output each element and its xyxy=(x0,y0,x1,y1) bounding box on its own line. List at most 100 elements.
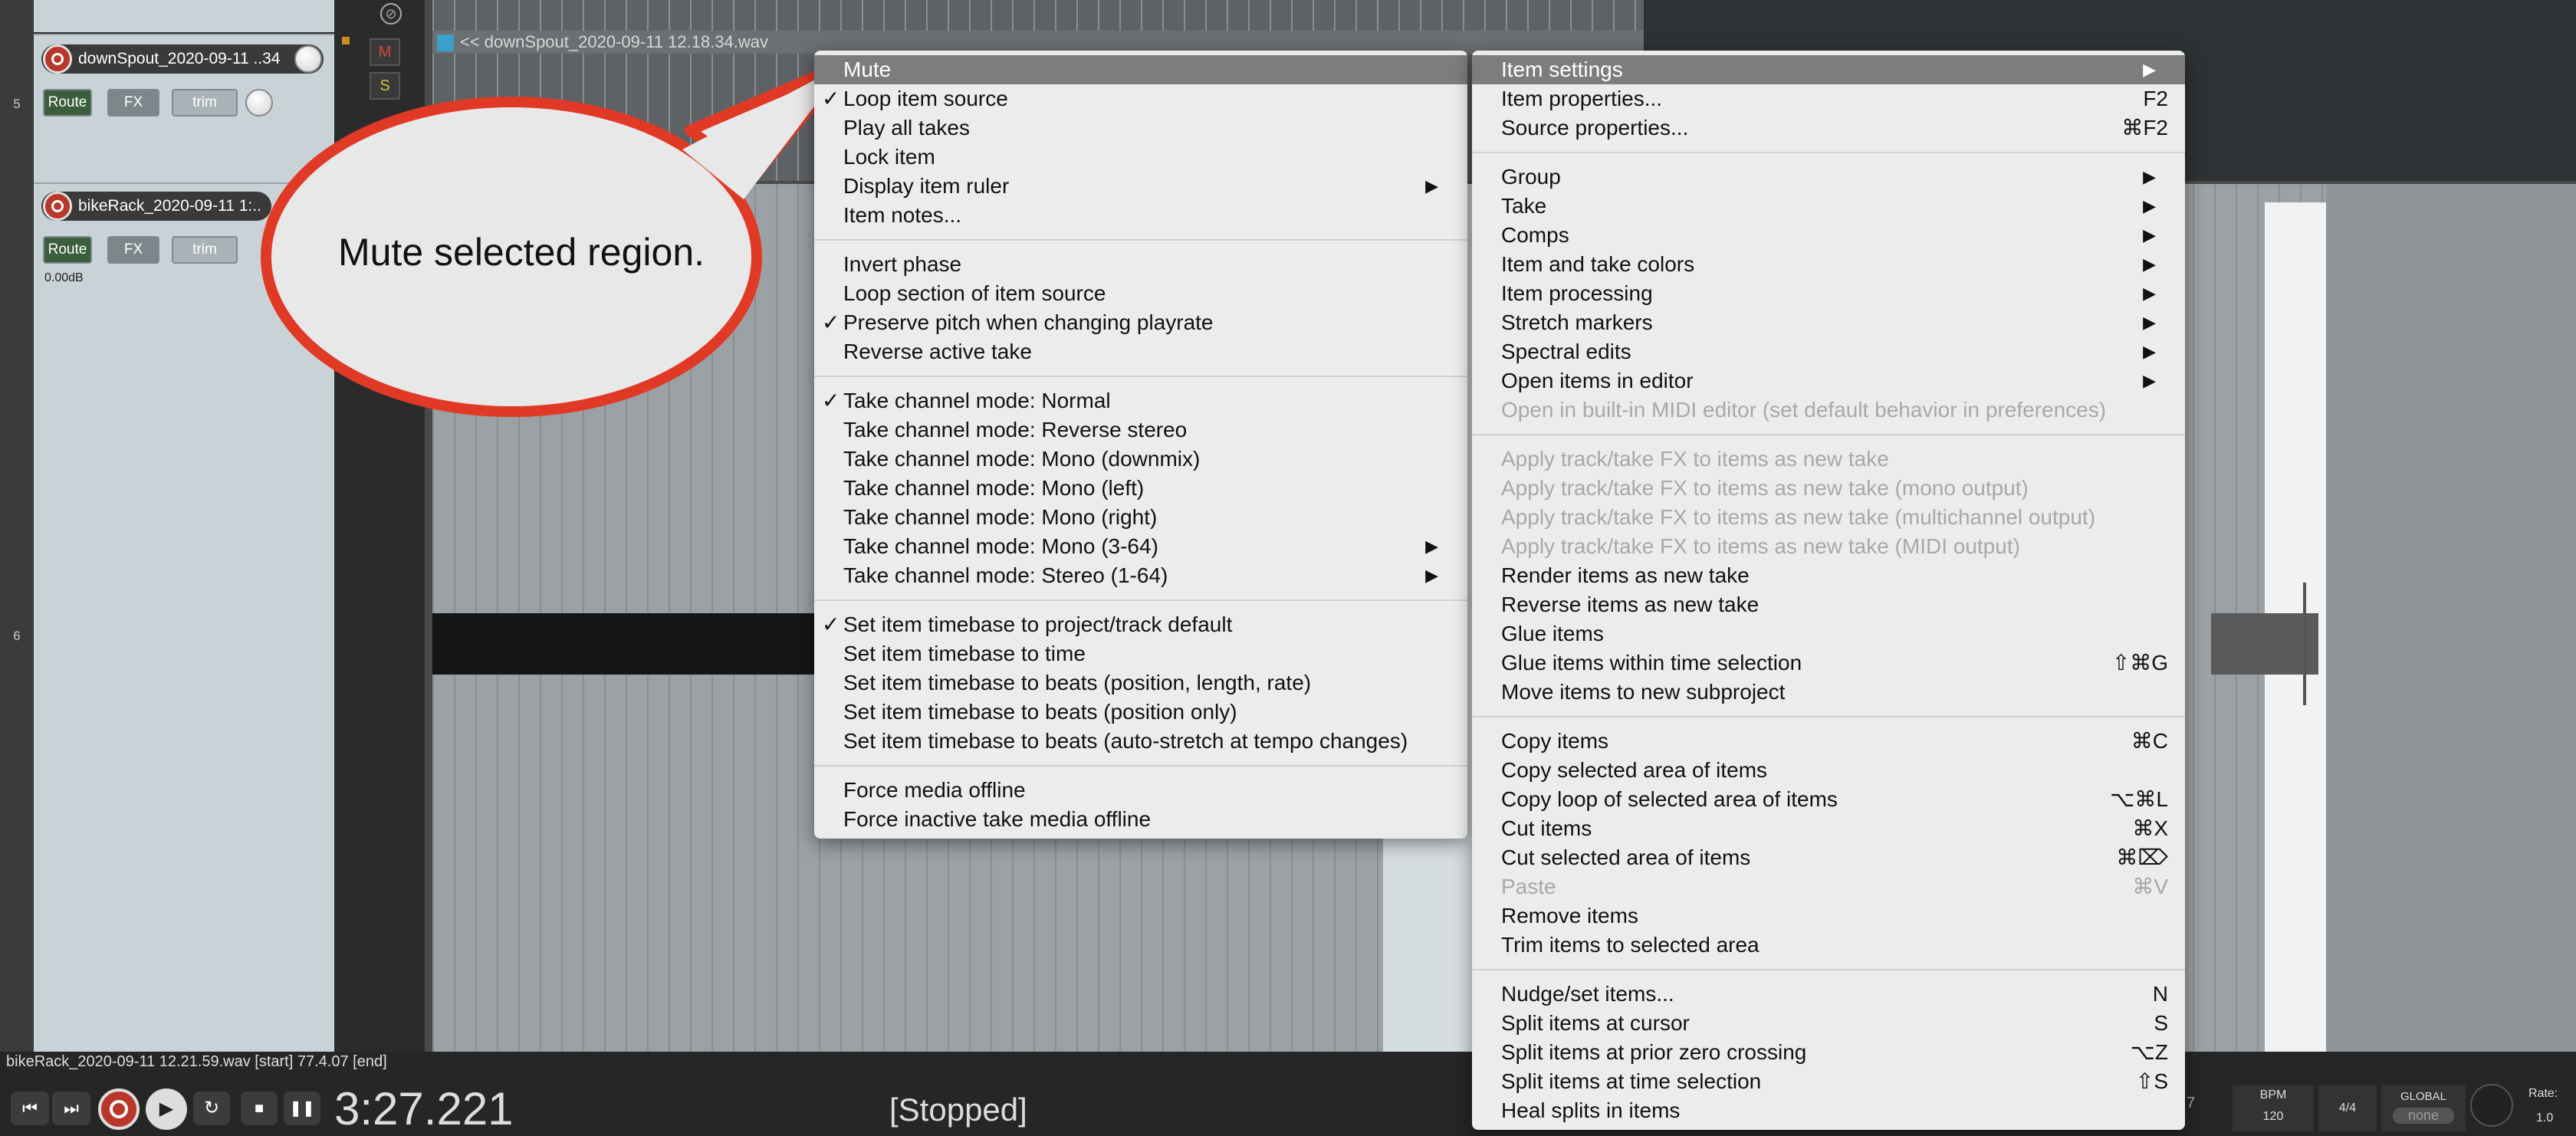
menu-item-copy-loop-of-selected-area-of-items[interactable]: Copy loop of selected area of items ⌥⌘L xyxy=(1472,785,2185,814)
menu-item-remove-items[interactable]: Remove items xyxy=(1472,901,2185,931)
menu-item-split-items-at-cursor[interactable]: Split items at cursor S xyxy=(1472,1009,2185,1038)
route-button[interactable]: Route xyxy=(43,89,92,117)
pause-button[interactable]: ❚❚ xyxy=(284,1092,320,1125)
menu-item-force-inactive-take-media-offline[interactable]: Force inactive take media offline xyxy=(814,805,1467,834)
submenu-arrow-icon: ▶ xyxy=(2143,225,2156,245)
track-number: 6 xyxy=(0,184,34,1052)
menu-item-take-channel-mode-normal[interactable]: ✓ Take channel mode: Normal xyxy=(814,386,1467,415)
global-automation[interactable]: GLOBAL none xyxy=(2381,1085,2466,1131)
menu-item-label: Apply track/take FX to items as new take xyxy=(1501,447,1889,471)
trim-button[interactable]: trim xyxy=(172,236,238,264)
menu-item-label: Item settings xyxy=(1501,57,1623,81)
menu-item-item-notes[interactable]: Item notes... xyxy=(814,201,1467,230)
menu-item-glue-items[interactable]: Glue items xyxy=(1472,619,2185,648)
menu-item-take-channel-mode-mono-downmix[interactable]: Take channel mode: Mono (downmix) xyxy=(814,445,1467,474)
menu-item-glue-items-within-time-selection[interactable]: Glue items within time selection ⇧⌘G xyxy=(1472,648,2185,678)
skip-start-button[interactable]: ⏮ xyxy=(11,1092,49,1125)
menu-item-item-and-take-colors[interactable]: Item and take colors ▶ xyxy=(1472,250,2185,279)
menu-item-lock-item[interactable]: Lock item xyxy=(814,143,1467,172)
time-display[interactable]: 3:27.221 xyxy=(334,1082,514,1135)
menu-item-take[interactable]: Take ▶ xyxy=(1472,192,2185,221)
menu-item-comps[interactable]: Comps ▶ xyxy=(1472,221,2185,250)
menu-item-cut-items[interactable]: Cut items ⌘X xyxy=(1472,814,2185,843)
menu-item-preserve-pitch-when-changing-playrate[interactable]: ✓ Preserve pitch when changing playrate xyxy=(814,308,1467,337)
skip-start-icon: ⏮ xyxy=(22,1098,38,1118)
play-state: [Stopped] xyxy=(889,1092,1027,1128)
menu-item-open-items-in-editor[interactable]: Open items in editor ▶ xyxy=(1472,366,2185,396)
menu-item-copy-items[interactable]: Copy items ⌘C xyxy=(1472,727,2185,756)
menu-item-label: Group xyxy=(1501,165,1561,189)
menu-item-take-channel-mode-mono-left[interactable]: Take channel mode: Mono (left) xyxy=(814,474,1467,503)
skip-end-button[interactable]: ⏭ xyxy=(52,1092,90,1125)
master-rate-knob[interactable] xyxy=(2470,1084,2513,1127)
menu-item-play-all-takes[interactable]: Play all takes xyxy=(814,113,1467,143)
track-name-field[interactable]: bikeRack_2020-09-11 1:.. xyxy=(41,192,271,221)
menu-shortcut: ⇧⌘G xyxy=(2111,651,2168,675)
menu-item-source-properties[interactable]: Source properties... ⌘F2 xyxy=(1472,113,2185,143)
phase-icon[interactable]: ⊘ xyxy=(380,3,402,25)
menu-item-item-processing[interactable]: Item processing ▶ xyxy=(1472,279,2185,308)
menu-item-heal-splits-in-items[interactable]: Heal splits in items xyxy=(1472,1096,2185,1125)
fx-button[interactable]: FX xyxy=(107,89,159,117)
route-button[interactable]: Route xyxy=(43,236,92,264)
menu-item-reverse-active-take[interactable]: Reverse active take xyxy=(814,337,1467,366)
menu-item-spectral-edits[interactable]: Spectral edits ▶ xyxy=(1472,337,2185,366)
menu-item-take-channel-mode-stereo-1-64[interactable]: Take channel mode: Stereo (1-64) ▶ xyxy=(814,561,1467,590)
menu-item-reverse-items-as-new-take[interactable]: Reverse items as new take xyxy=(1472,590,2185,619)
menu-item-label: Set item timebase to time xyxy=(843,642,1086,665)
menu-item-nudge-set-items[interactable]: Nudge/set items... N xyxy=(1472,980,2185,1009)
record-arm-button[interactable] xyxy=(43,192,72,221)
menu-item-stretch-markers[interactable]: Stretch markers ▶ xyxy=(1472,308,2185,337)
menu-item-set-item-timebase-to-time[interactable]: Set item timebase to time xyxy=(814,639,1467,668)
menu-item-display-item-ruler[interactable]: Display item ruler ▶ xyxy=(814,172,1467,201)
menu-item-invert-phase[interactable]: Invert phase xyxy=(814,250,1467,279)
menu-item-loop-item-source[interactable]: ✓ Loop item source xyxy=(814,84,1467,113)
menu-item-set-item-timebase-to-project-track-default[interactable]: ✓ Set item timebase to project/track defa… xyxy=(814,610,1467,639)
stop-button[interactable]: ■ xyxy=(241,1092,278,1125)
menu-item-cut-selected-area-of-items[interactable]: Cut selected area of items ⌘⌦ xyxy=(1472,843,2185,872)
menu-item-set-item-timebase-to-beats-position-length-rate[interactable]: Set item timebase to beats (position, le… xyxy=(814,668,1467,698)
record-arm-button[interactable] xyxy=(43,44,72,74)
menu-item-render-items-as-new-take[interactable]: Render items as new take xyxy=(1472,561,2185,590)
menu-item-split-items-at-time-selection[interactable]: Split items at time selection ⇧S xyxy=(1472,1067,2185,1096)
menu-item-move-items-to-new-subproject[interactable]: Move items to new subproject xyxy=(1472,678,2185,707)
lane-right xyxy=(2326,184,2576,1052)
submenu-arrow-icon: ▶ xyxy=(2143,313,2156,332)
menu-item-copy-selected-area-of-items[interactable]: Copy selected area of items xyxy=(1472,756,2185,785)
repeat-button[interactable]: ↻ xyxy=(193,1092,230,1125)
menu-item-label: Render items as new take xyxy=(1501,563,1750,587)
fx-button[interactable]: FX xyxy=(107,236,159,264)
menu-item-take-channel-mode-mono-right[interactable]: Take channel mode: Mono (right) xyxy=(814,503,1467,532)
menu-item-take-channel-mode-mono-3-64[interactable]: Take channel mode: Mono (3-64) ▶ xyxy=(814,532,1467,561)
menu-item-split-items-at-prior-zero-crossing[interactable]: Split items at prior zero crossing ⌥Z xyxy=(1472,1038,2185,1067)
menu-item-set-item-timebase-to-beats-auto-stretch-at-tempo-changes[interactable]: Set item timebase to beats (auto-stretch… xyxy=(814,727,1467,756)
menu-item-label: Preserve pitch when changing playrate xyxy=(843,310,1214,334)
menu-item-label: Reverse active take xyxy=(843,340,1032,363)
trim-button[interactable]: trim xyxy=(172,89,238,117)
menu-item-label: Heal splits in items xyxy=(1501,1098,1681,1122)
menu-item-loop-section-of-item-source[interactable]: Loop section of item source xyxy=(814,279,1467,308)
menu-item-group[interactable]: Group ▶ xyxy=(1472,163,2185,192)
menu-item-label: Comps xyxy=(1501,223,1569,247)
menu-item-item-properties[interactable]: Item properties... F2 xyxy=(1472,84,2185,113)
menu-item-label: Set item timebase to beats (position onl… xyxy=(843,700,1237,724)
play-button[interactable]: ▶ xyxy=(146,1088,187,1130)
menu-item-force-media-offline[interactable]: Force media offline xyxy=(814,776,1467,805)
menu-item-label: Split items at prior zero crossing xyxy=(1501,1040,1807,1064)
time-signature[interactable]: 4/4 xyxy=(2318,1085,2377,1131)
callout-text: Mute selected region. xyxy=(337,231,705,274)
submenu-arrow-icon: ▶ xyxy=(2143,371,2156,390)
menu-item-label: Loop item source xyxy=(843,87,1008,110)
record-button[interactable] xyxy=(98,1088,140,1130)
menu-shortcut: ⌘X xyxy=(2132,816,2168,840)
global-value[interactable]: none xyxy=(2393,1108,2454,1124)
rate-value[interactable]: 1.0 xyxy=(2536,1111,2553,1125)
bpm-display[interactable]: BPM 120 xyxy=(2233,1085,2314,1131)
bpm-value: 120 xyxy=(2262,1110,2284,1123)
menu-item-item-settings[interactable]: Item settings ▶ xyxy=(1472,55,2185,84)
menu-item-set-item-timebase-to-beats-position-only[interactable]: Set item timebase to beats (position onl… xyxy=(814,698,1467,727)
menu-item-trim-items-to-selected-area[interactable]: Trim items to selected area xyxy=(1472,931,2185,960)
menu-item-mute[interactable]: Mute xyxy=(814,55,1467,84)
menu-item-take-channel-mode-reverse-stereo[interactable]: Take channel mode: Reverse stereo xyxy=(814,415,1467,445)
menu-item-label: Item properties... xyxy=(1501,87,1663,110)
